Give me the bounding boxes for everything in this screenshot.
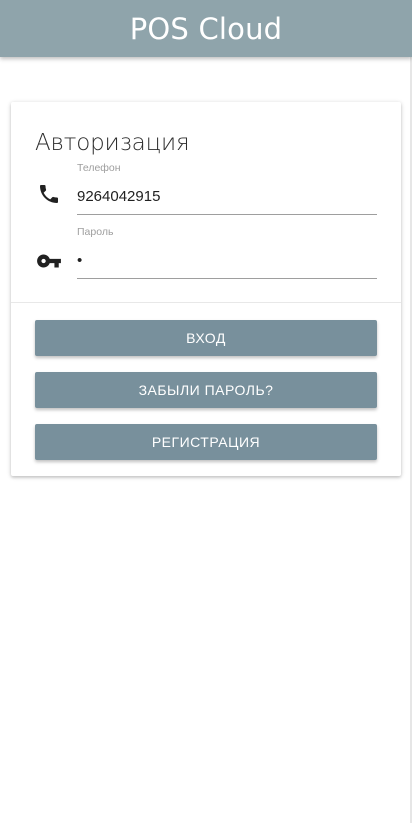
app-title: POS Cloud xyxy=(129,11,283,46)
phone-field: Телефон xyxy=(11,162,401,218)
register-button[interactable]: РЕГИСТРАЦИЯ xyxy=(35,424,377,460)
key-icon xyxy=(35,247,63,275)
auth-title: Авторизация xyxy=(35,130,190,156)
phone-input[interactable] xyxy=(77,178,377,215)
forgot-password-button[interactable]: ЗАБЫЛИ ПАРОЛЬ? xyxy=(35,372,377,408)
page: POS Cloud Авторизация Телефон Пароль ВХО xyxy=(0,0,412,823)
app-header: POS Cloud xyxy=(0,0,412,57)
password-label: Пароль xyxy=(77,226,114,238)
phone-icon xyxy=(35,180,63,208)
login-button[interactable]: ВХОД xyxy=(35,320,377,356)
password-field: Пароль xyxy=(11,226,401,282)
password-input[interactable] xyxy=(77,242,377,279)
auth-card: Авторизация Телефон Пароль ВХОД ЗАБЫЛИ П… xyxy=(11,102,401,476)
phone-label: Телефон xyxy=(77,162,121,174)
card-divider xyxy=(11,302,401,303)
